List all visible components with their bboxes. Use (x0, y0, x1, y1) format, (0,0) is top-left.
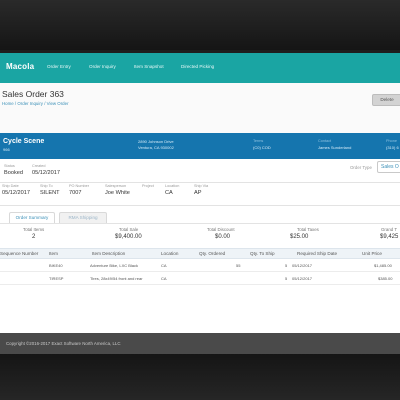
page-footer: Copyright ©2016-2017 Exact Software Nort… (0, 333, 400, 354)
column-qty-to-ship[interactable]: Qty. To Ship (250, 251, 275, 256)
phone-label: Phone (386, 139, 397, 143)
page-title: Sales Order 363 (2, 89, 64, 99)
nav-item-item-snapshot[interactable]: Item Snapshot (134, 64, 164, 69)
ship-to-value: SILENT (40, 190, 60, 196)
total-taxes-label: Total Taxes (297, 227, 319, 232)
row-location: CA (161, 263, 167, 268)
created-value: 05/12/2017 (32, 170, 60, 176)
order-totals: Total Items 2 Total Sale $9,400.00 Total… (0, 223, 400, 247)
terms-label: Terms (253, 139, 264, 143)
created-label: Created (32, 164, 46, 168)
order-tabs: Order Summary RMA Shipping (0, 211, 400, 223)
top-navigation: Macola Order Entry Order Inquiry Item Sn… (0, 53, 400, 83)
status-value: Booked (4, 170, 23, 176)
nav-item-order-entry[interactable]: Order Entry (47, 64, 71, 69)
row-item[interactable]: BIKE40 (49, 263, 63, 268)
ship-via-value: AP (194, 190, 202, 196)
ship-date-value: 05/12/2017 (2, 190, 30, 196)
column-item[interactable]: Item (49, 251, 58, 256)
total-discount-label: Total Discount (207, 227, 235, 232)
ship-date-label: Ship Date (2, 184, 19, 188)
breadcrumb[interactable]: Home / Order Inquiry / View Order (2, 101, 69, 106)
customer-banner: Cycle Scene 966 2890 Johnson Drive Ventu… (0, 133, 400, 159)
location-value: CA (165, 190, 173, 196)
copyright-text: Copyright ©2016-2017 Exact Software Nort… (6, 341, 121, 346)
grand-total-label: Grand T (381, 227, 398, 232)
column-unit-price[interactable]: Unit Price (362, 251, 382, 256)
salesperson-value: Joe White (105, 190, 130, 196)
column-item-description[interactable]: Item Description (92, 251, 125, 256)
row-qty-to-ship: 5 (285, 276, 288, 281)
row-description: Adventure Bike, LXC Black (90, 263, 139, 268)
column-qty-ordered[interactable]: Qty. Ordered (199, 251, 225, 256)
customer-address-line1: 2890 Johnson Drive (138, 139, 174, 144)
bezel-bottom (0, 354, 400, 400)
terms-value: (C0) COD (253, 145, 271, 150)
row-unit-price: $1,485.00 (374, 263, 392, 268)
tab-order-summary[interactable]: Order Summary (9, 212, 55, 223)
table-row[interactable]: TIRESP Tires, 28x49/54 front and rear CA… (0, 272, 400, 285)
column-location[interactable]: Location (161, 251, 178, 256)
total-taxes-value: $25.00 (290, 234, 309, 240)
row-description: Tires, 28x49/54 front and rear (90, 276, 143, 281)
row-qty-ordered: 55 (236, 263, 241, 268)
total-items-value: 2 (32, 234, 36, 240)
grand-total-value: $9,425 (380, 234, 399, 240)
row-qty-to-ship: 5 (285, 263, 288, 268)
line-items-header: Sequence Number Item Item Description Lo… (0, 248, 400, 259)
delete-button[interactable]: Delete (372, 94, 400, 106)
total-discount-value: $0.00 (215, 234, 231, 240)
page-header: Sales Order 363 Home / Order Inquiry / V… (0, 83, 400, 133)
brand-logo[interactable]: Macola (6, 62, 34, 71)
customer-name: Cycle Scene (3, 138, 45, 145)
customer-address-line2: Ventura, CA 930002 (138, 145, 174, 150)
row-ship-date: 05/12/2017 (292, 263, 313, 268)
total-sale-value: $9,400.00 (115, 234, 142, 240)
column-sequence-number[interactable]: Sequence Number (0, 251, 38, 256)
ship-via-label: Ship Via (194, 184, 209, 188)
row-ship-date: 05/12/2017 (292, 276, 313, 281)
row-location: CA (161, 276, 167, 281)
salesperson-label: Salesperson (105, 184, 127, 188)
location-label: Location (165, 184, 180, 188)
contact-value: James Sunderland (318, 145, 352, 150)
row-unit-price: $385.00 (378, 276, 393, 281)
row-item[interactable]: TIRESP (49, 276, 63, 281)
status-label: Status (4, 164, 15, 168)
po-number-label: PO Number (69, 184, 90, 188)
po-number-value: 7007 (69, 190, 82, 196)
customer-id: 966 (3, 147, 10, 152)
total-sale-label: Total Sale (119, 227, 139, 232)
tab-rma-shipping[interactable]: RMA Shipping (59, 212, 107, 223)
contact-label: Contact (318, 139, 332, 143)
phone-value: (310) 6 (386, 145, 399, 150)
section-divider (0, 182, 400, 183)
column-required-ship-date[interactable]: Required Ship Date (297, 251, 337, 256)
app-screen: Macola Order Entry Order Inquiry Item Sn… (0, 53, 400, 354)
order-type-select[interactable]: Sales O (377, 161, 400, 173)
bezel-top (0, 0, 400, 50)
ship-to-label: Ship To (40, 184, 53, 188)
order-type-label: Order Type (350, 165, 372, 170)
nav-item-order-inquiry[interactable]: Order Inquiry (89, 64, 116, 69)
section-divider (0, 205, 400, 206)
total-items-label: Total Items (23, 227, 45, 232)
table-row[interactable]: BIKE40 Adventure Bike, LXC Black CA 55 5… (0, 259, 400, 272)
nav-item-directed-picking[interactable]: Directed Picking (181, 64, 214, 69)
project-label: Project (142, 184, 154, 188)
